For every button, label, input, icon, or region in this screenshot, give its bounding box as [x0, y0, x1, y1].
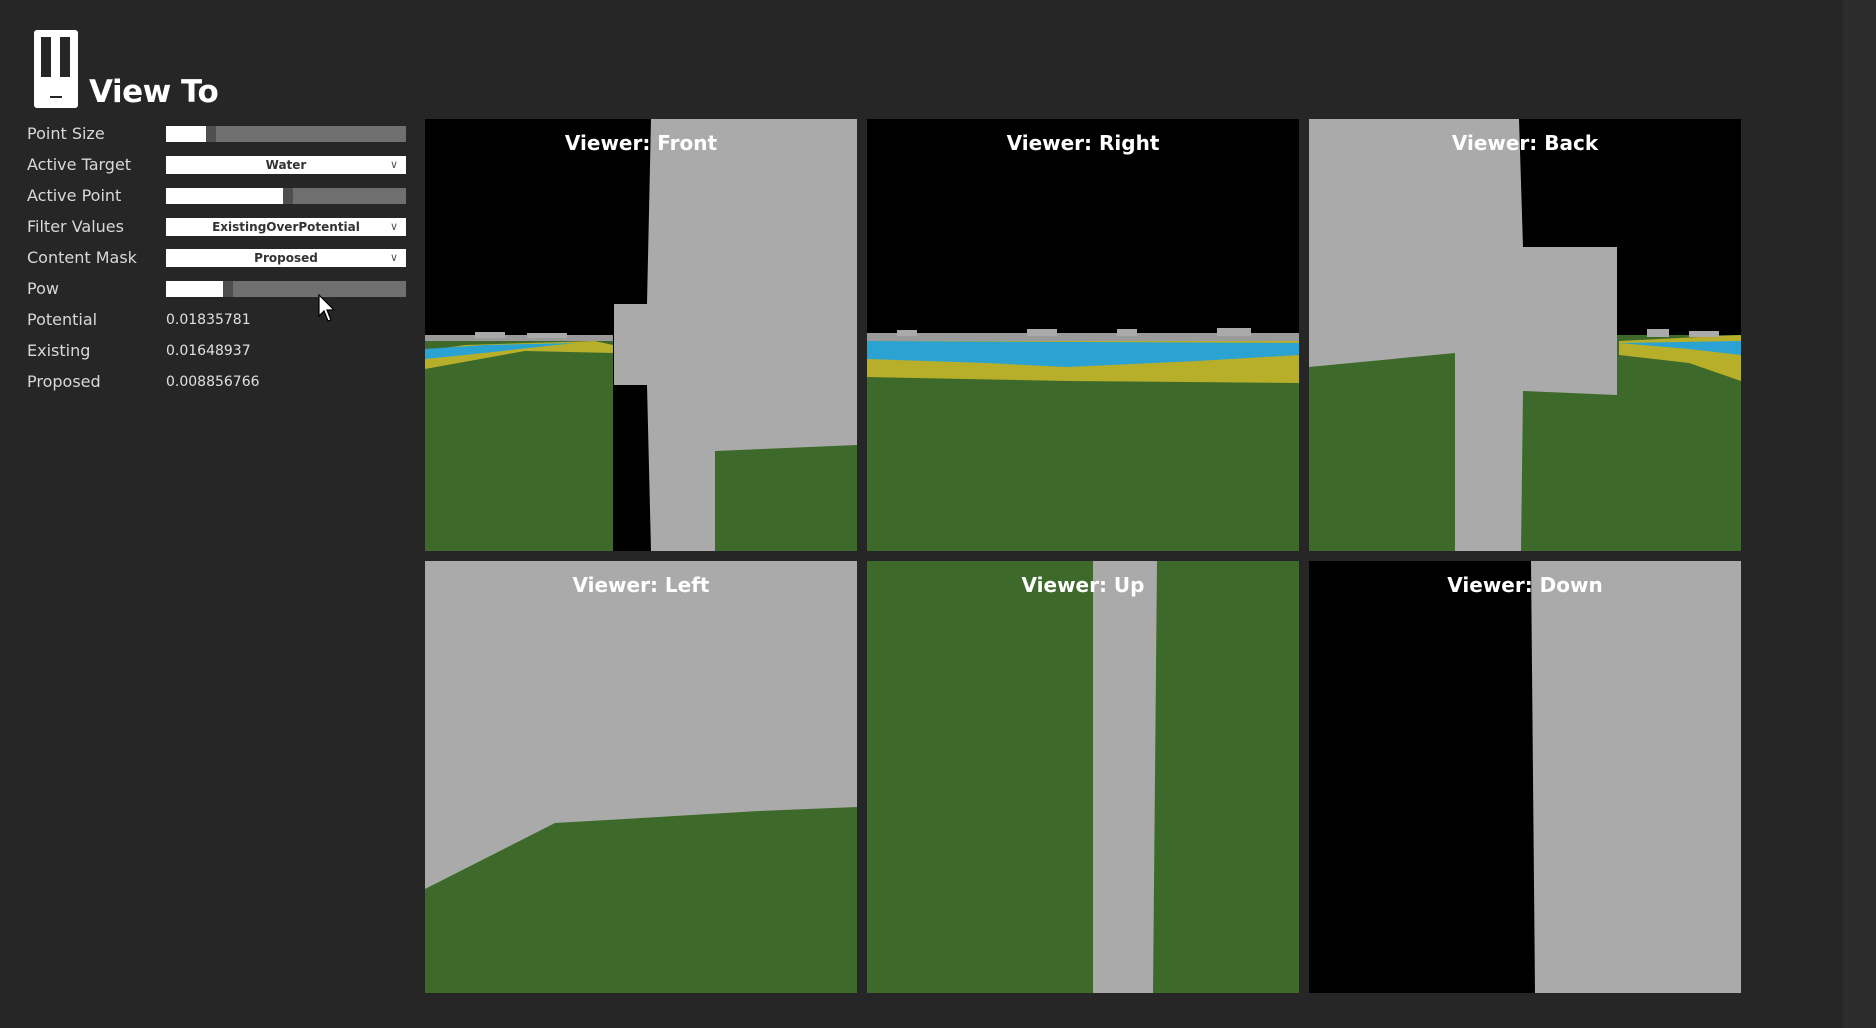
potential-value: 0.01835781: [166, 312, 251, 328]
viewer-up-render: [867, 561, 1299, 993]
proposed-value: 0.008856766: [166, 374, 260, 390]
filter-values-label: Filter Values: [27, 217, 124, 236]
viewer-right[interactable]: Viewer: Right: [867, 119, 1299, 551]
mouse-cursor-icon: [318, 294, 336, 322]
content-mask-dropdown[interactable]: Proposed ∨: [166, 249, 406, 267]
point-size-slider[interactable]: [166, 126, 406, 142]
app-logo-icon: [34, 30, 78, 108]
viewer-right-title: Viewer: Right: [1006, 131, 1160, 155]
viewer-front-render: [425, 119, 857, 551]
viewer-down-title: Viewer: Down: [1447, 573, 1603, 597]
viewer-right-render: [867, 119, 1299, 551]
slider-thumb[interactable]: [222, 281, 233, 297]
viewer-back-title: Viewer: Back: [1451, 131, 1599, 155]
existing-label: Existing: [27, 341, 91, 360]
slider-fill: [166, 126, 207, 142]
slider-fill: [166, 281, 224, 297]
chevron-down-icon: ∨: [389, 220, 398, 233]
app-title: View To: [89, 74, 219, 110]
window-edge-strip: [1843, 0, 1876, 1028]
viewer-back-render: [1309, 119, 1741, 551]
proposed-label: Proposed: [27, 372, 101, 391]
viewer-up[interactable]: Viewer: Up: [867, 561, 1299, 993]
slider-thumb[interactable]: [205, 126, 216, 142]
filter-values-value: ExistingOverPotential: [212, 220, 360, 234]
active-target-value: Water: [265, 158, 307, 172]
potential-label: Potential: [27, 310, 98, 329]
active-point-slider[interactable]: [166, 188, 406, 204]
pow-slider[interactable]: [166, 281, 406, 297]
active-target-dropdown[interactable]: Water ∨: [166, 156, 406, 174]
filter-values-dropdown[interactable]: ExistingOverPotential ∨: [166, 218, 406, 236]
slider-thumb[interactable]: [282, 188, 293, 204]
pow-label: Pow: [27, 279, 59, 298]
chevron-down-icon: ∨: [389, 251, 398, 264]
viewer-front-title: Viewer: Front: [564, 131, 718, 155]
viewer-up-title: Viewer: Up: [1021, 573, 1145, 597]
viewer-back[interactable]: Viewer: Back: [1309, 119, 1741, 551]
slider-fill: [166, 188, 284, 204]
active-target-label: Active Target: [27, 155, 132, 174]
content-mask-value: Proposed: [254, 251, 318, 265]
chevron-down-icon: ∨: [389, 158, 398, 171]
existing-value: 0.01648937: [166, 343, 251, 359]
viewer-left-render: [425, 561, 857, 993]
content-mask-label: Content Mask: [27, 248, 137, 267]
viewer-down[interactable]: Viewer: Down: [1309, 561, 1741, 993]
viewer-front[interactable]: Viewer: Front: [425, 119, 857, 551]
viewer-left-title: Viewer: Left: [572, 573, 710, 597]
active-point-label: Active Point: [27, 186, 122, 205]
viewer-left[interactable]: Viewer: Left: [425, 561, 857, 993]
point-size-label: Point Size: [27, 124, 105, 143]
viewer-down-render: [1309, 561, 1741, 993]
